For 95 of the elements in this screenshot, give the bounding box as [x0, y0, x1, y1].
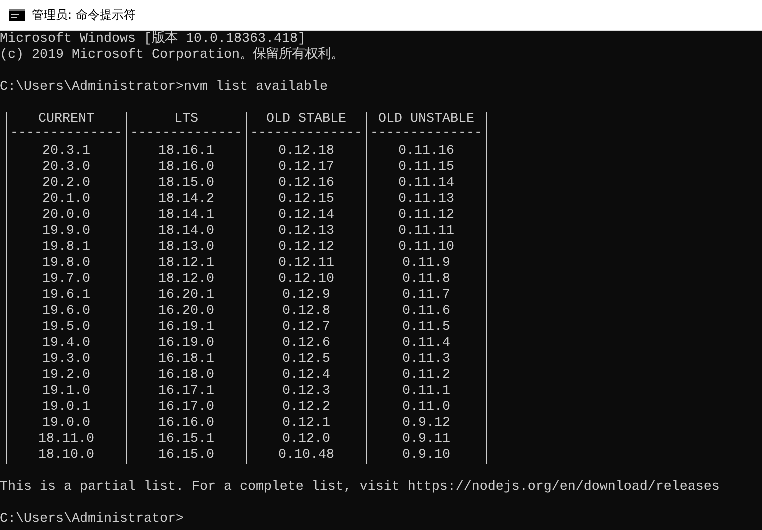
table-cell: 0.11.7 [402, 288, 450, 304]
column-header: OLD STABLE [266, 112, 346, 128]
table-cell: 16.17.1 [158, 384, 214, 400]
table-cell: 16.17.0 [158, 400, 214, 416]
table-cell: 0.12.3 [282, 384, 330, 400]
window-title: 管理员: 命令提示符 [32, 6, 136, 24]
table-cell: 0.11.3 [402, 352, 450, 368]
header-rule: -------------- [10, 128, 122, 143]
table-cell: 0.12.15 [278, 192, 334, 208]
header-rule: -------------- [130, 128, 242, 143]
table-cell: 0.12.18 [278, 144, 334, 160]
output-line: This is a partial list. For a complete list, visit https://nodejs.org/en/download/releases [0, 480, 721, 496]
table-cell: 0.11.12 [398, 208, 454, 224]
table-cell: 18.12.0 [158, 272, 214, 288]
table-cell: 0.12.10 [278, 272, 334, 288]
table-cell: 0.12.7 [282, 320, 330, 336]
table-cell: 0.12.0 [282, 432, 330, 448]
table-cell: 0.12.4 [282, 368, 330, 384]
table-cell: 0.11.8 [402, 272, 450, 288]
table-cell: 20.1.0 [42, 192, 90, 208]
table-cell: 0.11.6 [402, 304, 450, 320]
table-cell: 0.10.48 [278, 448, 334, 464]
table-cell: 0.12.6 [282, 336, 330, 352]
table-cell: 0.12.13 [278, 224, 334, 240]
column-header: OLD UNSTABLE [378, 112, 474, 128]
table-cell: 18.14.1 [158, 208, 214, 224]
table-cell: 0.11.0 [402, 400, 450, 416]
table-cell: 0.11.13 [398, 192, 454, 208]
table-cell: 19.4.0 [42, 336, 90, 352]
table-cell: 18.11.0 [38, 432, 94, 448]
table-cell: 18.10.0 [38, 448, 94, 464]
table-cell: 0.11.5 [402, 320, 450, 336]
table-cell: 0.11.10 [398, 240, 454, 256]
table-cell: 0.11.9 [402, 256, 450, 272]
output-line: Microsoft Windows [版本 10.0.18363.418] [0, 32, 307, 47]
table-cell: 0.12.14 [278, 208, 334, 224]
prompt-line: C:\Users\Administrator> [0, 512, 185, 528]
table-cell: 0.11.1 [402, 384, 450, 400]
table-cell: 0.9.12 [402, 416, 450, 432]
table-cell: 16.20.1 [158, 288, 214, 304]
table-cell: 0.12.12 [278, 240, 334, 256]
table-cell: 0.9.10 [402, 448, 450, 464]
table-cell: 16.15.0 [158, 448, 214, 464]
table-cell: 16.15.1 [158, 432, 214, 448]
table-cell: 19.8.1 [42, 240, 90, 256]
table-cell: 19.0.1 [42, 400, 90, 416]
table-cell: 0.12.8 [282, 304, 330, 320]
table-cell: 18.14.2 [158, 192, 214, 208]
table-cell: 20.3.1 [42, 144, 90, 160]
table-cell: 0.12.11 [278, 256, 334, 272]
table-cell: 16.18.0 [158, 368, 214, 384]
table-cell: 0.12.1 [282, 416, 330, 432]
table-cell: 16.19.0 [158, 336, 214, 352]
table-cell: 19.9.0 [42, 224, 90, 240]
table-cell: 0.12.17 [278, 160, 334, 176]
table-cell: 16.19.1 [158, 320, 214, 336]
table-cell: 18.16.0 [158, 160, 214, 176]
header-rule: -------------- [370, 128, 482, 143]
table-cell: 0.11.16 [398, 144, 454, 160]
table-cell: 19.7.0 [42, 272, 90, 288]
command-line: C:\Users\Administrator>nvm list available [0, 80, 329, 96]
table-cell: 19.3.0 [42, 352, 90, 368]
table-cell: 16.16.0 [158, 416, 214, 432]
table-cell: 18.14.0 [158, 224, 214, 240]
table-cell: 19.0.0 [42, 416, 90, 432]
table-cell: 16.18.1 [158, 352, 214, 368]
table-cell: 0.11.2 [402, 368, 450, 384]
table-cell: 19.8.0 [42, 256, 90, 272]
table-cell: 19.6.1 [42, 288, 90, 304]
table-cell: 0.12.2 [282, 400, 330, 416]
table-cell: 16.20.0 [158, 304, 214, 320]
table-cell: 0.11.4 [402, 336, 450, 352]
table-cell: 0.9.11 [402, 432, 450, 448]
table-cell: 0.11.11 [398, 224, 454, 240]
table-cell: 18.16.1 [158, 144, 214, 160]
table-cell: 19.5.0 [42, 320, 90, 336]
table-cell: 0.12.9 [282, 288, 330, 304]
table-cell: 20.2.0 [42, 176, 90, 192]
header-rule: -------------- [250, 128, 362, 143]
table-cell: 19.2.0 [42, 368, 90, 384]
table-cell: 18.15.0 [158, 176, 214, 192]
column-header: CURRENT [38, 112, 94, 128]
table-cell: 19.6.0 [42, 304, 90, 320]
column-header: LTS [174, 112, 198, 128]
table-cell: 0.12.16 [278, 176, 334, 192]
table-cell: 19.1.0 [42, 384, 90, 400]
table-cell: 0.12.5 [282, 352, 330, 368]
output-line: (c) 2019 Microsoft Corporation。保留所有权利。 [0, 48, 345, 64]
table-cell: 20.3.0 [42, 160, 90, 176]
table-cell: 18.12.1 [158, 256, 214, 272]
terminal-icon [9, 9, 25, 21]
table-cell: 20.0.0 [42, 208, 90, 224]
table-cell: 0.11.14 [398, 176, 454, 192]
table-cell: 18.13.0 [158, 240, 214, 256]
table-cell: 0.11.15 [398, 160, 454, 176]
